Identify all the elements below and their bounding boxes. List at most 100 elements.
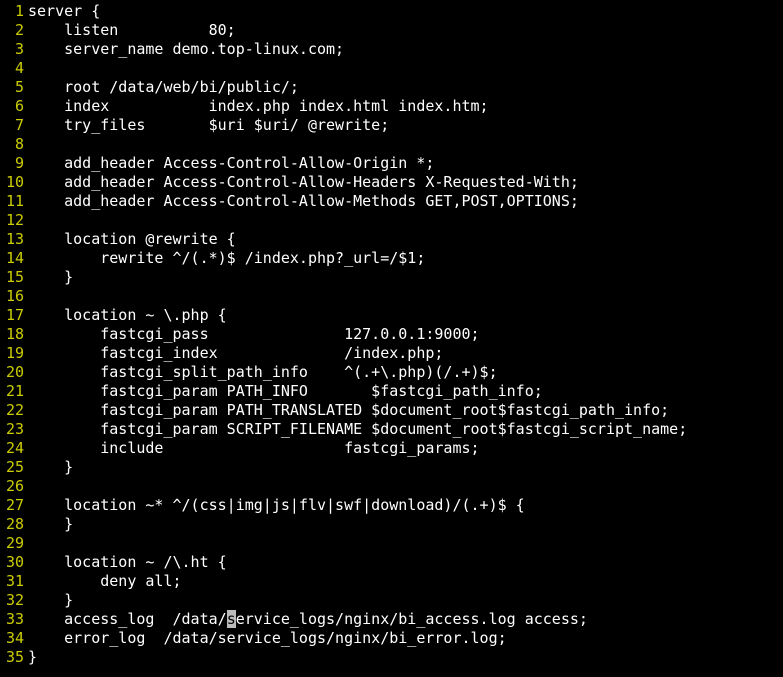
line-content[interactable]: fastcgi_param SCRIPT_FILENAME $document_… xyxy=(28,420,783,439)
line-content[interactable]: add_header Access-Control-Allow-Methods … xyxy=(28,192,783,211)
code-line[interactable]: 4 xyxy=(0,59,783,78)
line-number: 3 xyxy=(0,40,28,59)
line-content[interactable] xyxy=(28,534,783,553)
code-line[interactable]: 17 location ~ \.php { xyxy=(0,306,783,325)
line-content[interactable]: } xyxy=(28,458,783,477)
code-line[interactable]: 6 index index.php index.html index.htm; xyxy=(0,97,783,116)
line-number: 28 xyxy=(0,515,28,534)
line-content[interactable]: location ~ \.php { xyxy=(28,306,783,325)
line-number: 11 xyxy=(0,192,28,211)
line-content[interactable] xyxy=(28,135,783,154)
line-content[interactable]: fastcgi_pass 127.0.0.1:9000; xyxy=(28,325,783,344)
line-content[interactable]: include fastcgi_params; xyxy=(28,439,783,458)
line-content[interactable]: server_name demo.top-linux.com; xyxy=(28,40,783,59)
line-number: 25 xyxy=(0,458,28,477)
code-line[interactable]: 18 fastcgi_pass 127.0.0.1:9000; xyxy=(0,325,783,344)
line-number: 10 xyxy=(0,173,28,192)
line-number: 35 xyxy=(0,648,28,667)
code-line[interactable]: 20 fastcgi_split_path_info ^(.+\.php)(/.… xyxy=(0,363,783,382)
code-line[interactable]: 1server { xyxy=(0,2,783,21)
line-content[interactable] xyxy=(28,287,783,306)
line-content[interactable]: root /data/web/bi/public/; xyxy=(28,78,783,97)
line-content[interactable] xyxy=(28,59,783,78)
code-line[interactable]: 25 } xyxy=(0,458,783,477)
code-line[interactable]: 14 rewrite ^/(.*)$ /index.php?_url=/$1; xyxy=(0,249,783,268)
line-number: 19 xyxy=(0,344,28,363)
code-line[interactable]: 19 fastcgi_index /index.php; xyxy=(0,344,783,363)
code-line[interactable]: 30 location ~ /\.ht { xyxy=(0,553,783,572)
code-editor[interactable]: 1server {2 listen 80;3 server_name demo.… xyxy=(0,0,783,667)
code-line[interactable]: 27 location ~* ^/(css|img|js|flv|swf|dow… xyxy=(0,496,783,515)
line-content[interactable]: location ~* ^/(css|img|js|flv|swf|downlo… xyxy=(28,496,783,515)
code-line[interactable]: 35} xyxy=(0,648,783,667)
code-line[interactable]: 16 xyxy=(0,287,783,306)
line-number: 14 xyxy=(0,249,28,268)
code-line[interactable]: 3 server_name demo.top-linux.com; xyxy=(0,40,783,59)
line-content[interactable]: fastcgi_index /index.php; xyxy=(28,344,783,363)
line-content[interactable]: } xyxy=(28,648,783,667)
line-content[interactable]: listen 80; xyxy=(28,21,783,40)
line-content[interactable]: location @rewrite { xyxy=(28,230,783,249)
line-number: 8 xyxy=(0,135,28,154)
code-line[interactable]: 10 add_header Access-Control-Allow-Heade… xyxy=(0,173,783,192)
code-line[interactable]: 29 xyxy=(0,534,783,553)
line-number: 20 xyxy=(0,363,28,382)
line-number: 5 xyxy=(0,78,28,97)
code-line[interactable]: 7 try_files $uri $uri/ @rewrite; xyxy=(0,116,783,135)
line-content[interactable]: access_log /data/service_logs/nginx/bi_a… xyxy=(28,610,783,629)
code-line[interactable]: 12 xyxy=(0,211,783,230)
line-content[interactable]: try_files $uri $uri/ @rewrite; xyxy=(28,116,783,135)
code-line[interactable]: 2 listen 80; xyxy=(0,21,783,40)
line-content[interactable]: location ~ /\.ht { xyxy=(28,553,783,572)
code-line[interactable]: 34 error_log /data/service_logs/nginx/bi… xyxy=(0,629,783,648)
line-number: 13 xyxy=(0,230,28,249)
line-number: 7 xyxy=(0,116,28,135)
code-line[interactable]: 8 xyxy=(0,135,783,154)
code-line[interactable]: 21 fastcgi_param PATH_INFO $fastcgi_path… xyxy=(0,382,783,401)
line-content[interactable]: index index.php index.html index.htm; xyxy=(28,97,783,116)
line-content[interactable]: } xyxy=(28,591,783,610)
line-number: 31 xyxy=(0,572,28,591)
line-content[interactable]: fastcgi_param PATH_INFO $fastcgi_path_in… xyxy=(28,382,783,401)
line-number: 2 xyxy=(0,21,28,40)
line-content[interactable]: server { xyxy=(28,2,783,21)
code-line[interactable]: 5 root /data/web/bi/public/; xyxy=(0,78,783,97)
line-number: 34 xyxy=(0,629,28,648)
line-number: 30 xyxy=(0,553,28,572)
line-number: 9 xyxy=(0,154,28,173)
code-line[interactable]: 13 location @rewrite { xyxy=(0,230,783,249)
line-content[interactable]: } xyxy=(28,515,783,534)
line-number: 29 xyxy=(0,534,28,553)
line-number: 26 xyxy=(0,477,28,496)
line-number: 18 xyxy=(0,325,28,344)
code-line[interactable]: 24 include fastcgi_params; xyxy=(0,439,783,458)
code-line[interactable]: 26 xyxy=(0,477,783,496)
line-number: 4 xyxy=(0,59,28,78)
code-line[interactable]: 11 add_header Access-Control-Allow-Metho… xyxy=(0,192,783,211)
code-line[interactable]: 33 access_log /data/service_logs/nginx/b… xyxy=(0,610,783,629)
line-number: 32 xyxy=(0,591,28,610)
line-content[interactable]: fastcgi_split_path_info ^(.+\.php)(/.+)$… xyxy=(28,363,783,382)
code-line[interactable]: 28 } xyxy=(0,515,783,534)
line-content[interactable]: rewrite ^/(.*)$ /index.php?_url=/$1; xyxy=(28,249,783,268)
line-content[interactable] xyxy=(28,211,783,230)
line-content[interactable]: error_log /data/service_logs/nginx/bi_er… xyxy=(28,629,783,648)
line-number: 21 xyxy=(0,382,28,401)
code-line[interactable]: 22 fastcgi_param PATH_TRANSLATED $docume… xyxy=(0,401,783,420)
line-content[interactable]: fastcgi_param PATH_TRANSLATED $document_… xyxy=(28,401,783,420)
code-line[interactable]: 23 fastcgi_param SCRIPT_FILENAME $docume… xyxy=(0,420,783,439)
line-content[interactable]: add_header Access-Control-Allow-Origin *… xyxy=(28,154,783,173)
code-line[interactable]: 9 add_header Access-Control-Allow-Origin… xyxy=(0,154,783,173)
line-number: 27 xyxy=(0,496,28,515)
line-number: 1 xyxy=(0,2,28,21)
line-number: 24 xyxy=(0,439,28,458)
code-line[interactable]: 15 } xyxy=(0,268,783,287)
line-content[interactable]: deny all; xyxy=(28,572,783,591)
line-content[interactable] xyxy=(28,477,783,496)
line-content[interactable]: add_header Access-Control-Allow-Headers … xyxy=(28,173,783,192)
line-number: 33 xyxy=(0,610,28,629)
line-content[interactable]: } xyxy=(28,268,783,287)
code-line[interactable]: 32 } xyxy=(0,591,783,610)
line-number: 16 xyxy=(0,287,28,306)
code-line[interactable]: 31 deny all; xyxy=(0,572,783,591)
